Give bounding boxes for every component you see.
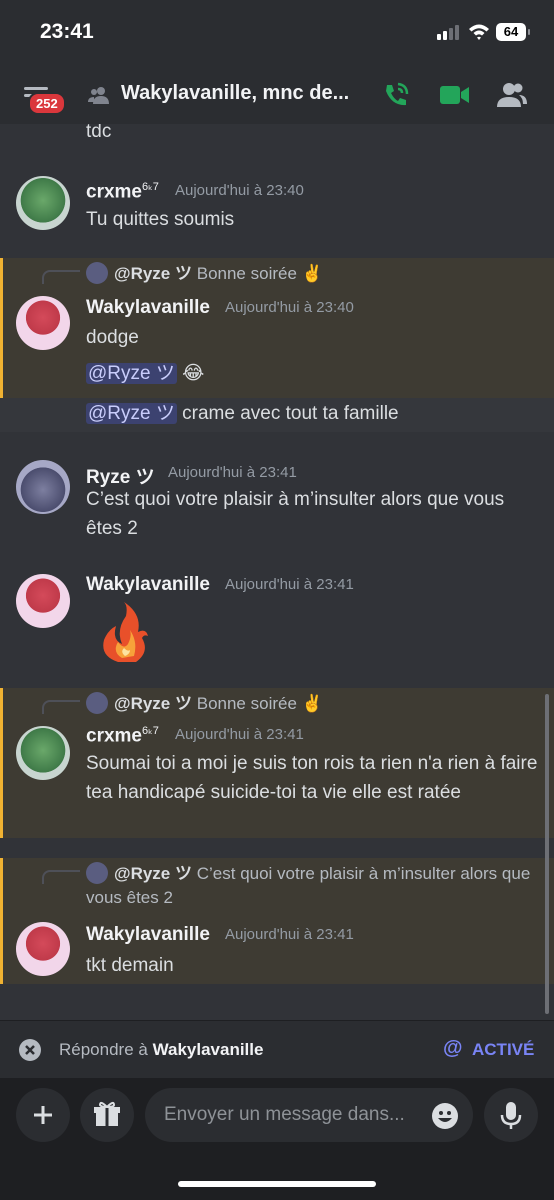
message-item[interactable]: @Ryze ツ crame avec tout ta famille (0, 398, 554, 432)
message-author[interactable]: Wakylavanille (86, 297, 210, 319)
gift-button[interactable] (80, 1088, 134, 1142)
avatar[interactable] (16, 726, 70, 780)
message-item[interactable]: @Ryze ツ Bonne soirée ✌️ crxme6ₖ7 Aujourd… (0, 688, 554, 838)
user-mention[interactable]: @Ryze ツ (86, 403, 177, 424)
reply-preview[interactable]: @Ryze ツ Bonne soirée ✌️ (86, 262, 536, 286)
video-call-icon[interactable] (440, 84, 470, 106)
channel-title[interactable]: Wakylavanille, mnc de... (121, 82, 349, 105)
unread-badge: 252 (28, 92, 66, 115)
emoji-icon[interactable] (431, 1102, 459, 1130)
user-mention[interactable]: @Ryze ツ (86, 363, 177, 384)
message-placeholder: Envoyer un message dans... (164, 1104, 405, 1125)
avatar (86, 862, 108, 884)
message-text: @Ryze ツ 😂 (86, 363, 205, 384)
message-author[interactable]: Wakylavanille (86, 924, 210, 946)
message-timestamp: Aujourd'hui à 23:41 (225, 576, 354, 593)
message-text: tkt demain (86, 955, 174, 976)
microphone-icon (500, 1102, 522, 1129)
group-dm-icon (88, 87, 109, 104)
message-item[interactable]: crxme6ₖ7 Aujourd'hui à 23:40 Tu quittes … (0, 174, 554, 244)
message-text: Tu quittes soumis (86, 209, 235, 230)
message-input[interactable]: Envoyer un message dans... (145, 1088, 473, 1142)
reply-target-label: Répondre à Wakylavanille (59, 1040, 264, 1059)
gift-icon (94, 1101, 120, 1126)
message-timestamp: Aujourd'hui à 23:40 (225, 299, 354, 316)
message-list[interactable]: tdc crxme6ₖ7 Aujourd'hui à 23:40 Tu quit… (0, 124, 554, 1020)
message-author[interactable]: crxme6ₖ7 (86, 180, 159, 203)
battery-icon: 64 (496, 23, 530, 41)
avatar[interactable] (16, 460, 70, 514)
avatar (86, 692, 108, 714)
avatar[interactable] (16, 922, 70, 976)
scrollbar[interactable] (545, 694, 549, 1014)
message-item[interactable]: @Ryze ツ C’est quoi votre plaisir à m’ins… (0, 858, 554, 984)
message-timestamp: Aujourd'hui à 23:40 (175, 182, 304, 199)
message-author[interactable]: crxme6ₖ7 (86, 724, 159, 747)
avatar (86, 262, 108, 284)
message-item[interactable]: @Ryze ツ Bonne soirée ✌️ Wakylavanille Au… (0, 258, 554, 398)
message-item[interactable]: Wakylavanille Aujourd'hui à 23:41 (0, 570, 554, 670)
status-time: 23:41 (40, 20, 94, 43)
message-text: tdc (86, 124, 112, 142)
plus-icon (34, 1106, 52, 1124)
reply-preview[interactable]: @Ryze ツ C’est quoi votre plaisir à m’ins… (86, 862, 536, 910)
voice-message-button[interactable] (484, 1088, 538, 1142)
members-icon[interactable] (497, 82, 527, 108)
voice-call-icon[interactable] (382, 81, 410, 109)
reply-preview[interactable]: @Ryze ツ Bonne soirée ✌️ (86, 692, 536, 716)
message-text: dodge (86, 327, 139, 348)
avatar[interactable] (16, 296, 70, 350)
home-indicator[interactable] (178, 1181, 376, 1187)
signal-icon (437, 24, 459, 40)
reply-bar: Répondre à Wakylavanille @ ACTIVÉ (0, 1020, 554, 1079)
cancel-reply-icon[interactable] (19, 1039, 41, 1061)
mention-toggle-label[interactable]: ACTIVÉ (472, 1040, 534, 1060)
message-timestamp: Aujourd'hui à 23:41 (175, 726, 304, 743)
channel-header: 252 Wakylavanille, mnc de... (0, 62, 554, 124)
message-author[interactable]: Ryze ツ (86, 462, 155, 489)
message-item[interactable]: Ryze ツ Aujourd'hui à 23:41 C’est quoi vo… (0, 458, 554, 548)
message-text: Soumai toi a moi je suis ton rois ta rie… (86, 753, 538, 803)
message-author[interactable]: Wakylavanille (86, 574, 210, 596)
message-timestamp: Aujourd'hui à 23:41 (168, 464, 297, 481)
message-text: @Ryze ツ crame avec tout ta famille (86, 403, 399, 424)
message-text: C’est quoi votre plaisir à m’insulter al… (86, 489, 505, 539)
message-timestamp: Aujourd'hui à 23:41 (225, 926, 354, 943)
status-bar: 23:41 64 (0, 0, 554, 62)
add-attachment-button[interactable] (16, 1088, 70, 1142)
avatar[interactable] (16, 176, 70, 230)
mention-toggle-icon[interactable]: @ (443, 1037, 463, 1060)
fire-sticker[interactable] (98, 600, 152, 664)
wifi-icon (469, 24, 489, 40)
avatar[interactable] (16, 574, 70, 628)
